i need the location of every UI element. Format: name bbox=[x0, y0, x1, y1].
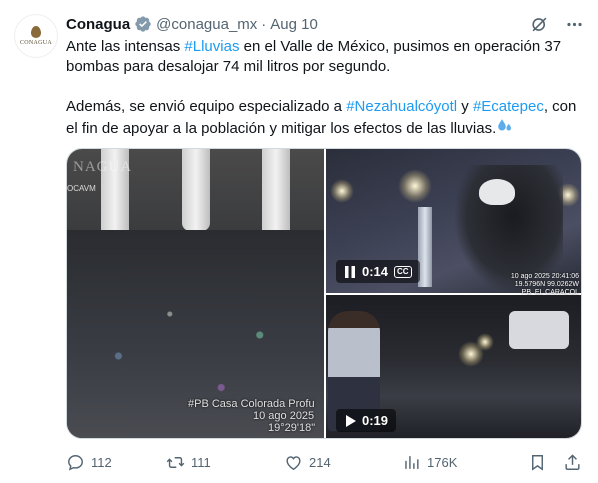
video-2-time: 0:19 bbox=[362, 413, 389, 428]
image-caption-line-2: 10 ago 2025 bbox=[253, 410, 315, 422]
hashtag-lluvias[interactable]: #Lluvias bbox=[184, 38, 239, 55]
play-icon[interactable] bbox=[344, 414, 356, 427]
heart-icon bbox=[286, 455, 301, 470]
water-drops-emoji-icon bbox=[496, 117, 514, 141]
action-bar: 112 111 214 176K bbox=[66, 449, 582, 475]
repost-count: 111 bbox=[191, 454, 211, 470]
video-1-stamp: 10 ago 2025 20:41:06 19.5796N 99.0262W P… bbox=[510, 273, 579, 296]
bookmark-icon bbox=[532, 454, 543, 471]
header-actions bbox=[530, 15, 584, 34]
more-options-icon[interactable] bbox=[565, 15, 584, 34]
hashtag-ecatepec[interactable]: #Ecatepec bbox=[473, 98, 544, 115]
image-caption-line-1: #PB Casa Colorada Profu bbox=[188, 398, 315, 410]
avatar-label: CONAGUA bbox=[19, 40, 53, 46]
separator-dot: · bbox=[261, 15, 267, 33]
video-1-controls[interactable]: 0:14 CC bbox=[336, 260, 420, 283]
image-caption-line-3: 19°29'18" bbox=[268, 422, 316, 434]
views-button[interactable]: 176K bbox=[402, 453, 510, 472]
bookmark-button[interactable] bbox=[528, 453, 547, 472]
views-count: 176K bbox=[427, 454, 458, 470]
hashtag-nezahualcoyotl[interactable]: #Nezahualcóyotl bbox=[346, 98, 457, 115]
author-name[interactable]: Conagua bbox=[66, 16, 130, 33]
media-grid: NAGUA OCAVM #PB Casa Colorada Profu 10 a… bbox=[66, 148, 582, 439]
reply-button[interactable]: 112 bbox=[66, 453, 166, 472]
video-2-controls[interactable]: 0:19 bbox=[336, 409, 397, 432]
tweet-header: Conagua @conagua_mx · Aug 10 bbox=[66, 13, 584, 35]
share-button[interactable] bbox=[563, 453, 582, 472]
video-1-time: 0:14 bbox=[362, 264, 389, 279]
repost-button[interactable]: 111 bbox=[166, 453, 284, 472]
media-video-worker[interactable]: 0:14 CC 10 ago 2025 20:41:06 19.5796N 99… bbox=[326, 149, 581, 296]
image-watermark-sub: OCAVM bbox=[67, 184, 96, 193]
image-watermark: NAGUA bbox=[73, 159, 133, 175]
tweet-paragraph-1: Ante las intensas #Lluvias en el Valle d… bbox=[66, 38, 562, 75]
views-chart-icon bbox=[405, 455, 419, 469]
author-handle[interactable]: @conagua_mx bbox=[156, 16, 257, 33]
avatar[interactable]: CONAGUA bbox=[14, 14, 58, 58]
verified-badge-icon[interactable] bbox=[134, 15, 152, 33]
share-icon bbox=[565, 453, 580, 470]
media-image-pumping-station[interactable]: NAGUA OCAVM #PB Casa Colorada Profu 10 a… bbox=[67, 149, 324, 438]
reply-icon bbox=[68, 454, 83, 470]
pause-icon[interactable] bbox=[344, 265, 356, 278]
post-date[interactable]: Aug 10 bbox=[270, 16, 318, 33]
media-video-street[interactable]: 0:19 bbox=[326, 295, 581, 438]
grok-icon[interactable] bbox=[530, 15, 549, 34]
conagua-logo-icon bbox=[31, 26, 41, 38]
like-count: 214 bbox=[309, 454, 331, 470]
repost-icon bbox=[166, 456, 185, 468]
like-button[interactable]: 214 bbox=[284, 453, 402, 472]
actions-right bbox=[528, 453, 582, 472]
tweet-paragraph-2: Además, se envió equipo especializado a … bbox=[66, 97, 586, 141]
captions-icon[interactable]: CC bbox=[394, 265, 412, 278]
tweet-text: Ante las intensas #Lluvias en el Valle d… bbox=[66, 37, 586, 141]
reply-count: 112 bbox=[91, 454, 112, 470]
